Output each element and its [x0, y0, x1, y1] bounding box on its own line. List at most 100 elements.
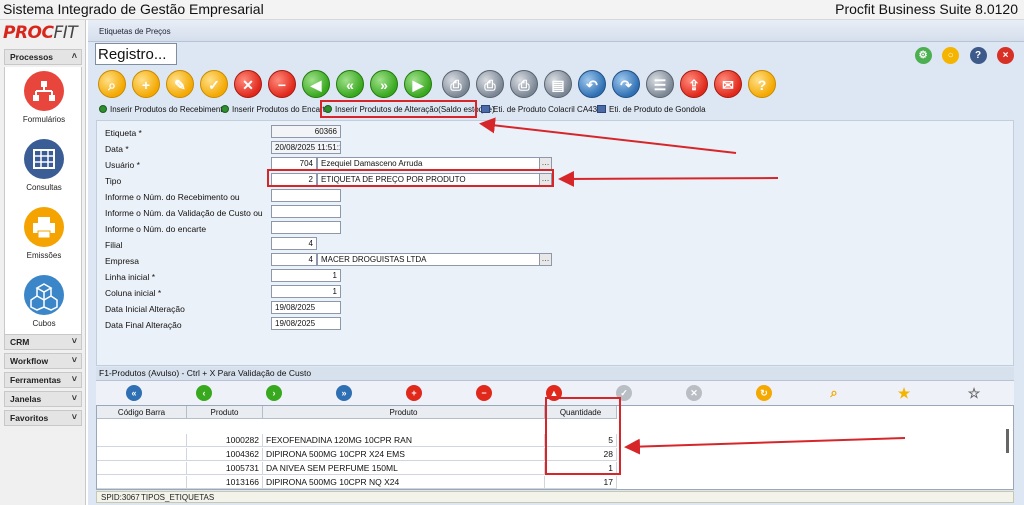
close-icon[interactable]: ×	[997, 47, 1014, 64]
col-header-produto[interactable]: Produto	[263, 406, 545, 419]
table-scrollbar[interactable]	[1006, 429, 1009, 453]
cell-barcode	[97, 448, 187, 461]
sidebar-item-formularios[interactable]: Formulários	[5, 71, 83, 124]
first-icon[interactable]: «	[336, 70, 364, 98]
window-controls: ⚙ ○ ? ×	[909, 45, 1014, 64]
cell-name: DIPIRONA 500MG 10CPR NQ X24	[263, 476, 545, 489]
cancel-row-icon[interactable]: ✕	[686, 385, 702, 401]
chevron-down-icon: ˅	[71, 412, 77, 422]
sidebar-group-workflow[interactable]: Workflow ˅	[4, 353, 82, 369]
encarte-label: Informe o Núm. do encarte	[105, 224, 207, 234]
list-icon[interactable]: ☰	[646, 70, 674, 98]
status-bar: SPID:3067 TIPOS_ETIQUETAS	[96, 491, 1014, 503]
sidebar-group-ferramentas[interactable]: Ferramentas ˅	[4, 372, 82, 388]
sidebar-item-emissoes[interactable]: Emissões	[5, 207, 83, 260]
chevron-down-icon: ˅	[71, 393, 77, 403]
add-row-icon[interactable]: +	[406, 385, 422, 401]
etiqueta-field[interactable]: 60366	[271, 125, 341, 138]
sidebar-group-processos[interactable]: Processos ˄	[4, 49, 82, 65]
settings-icon[interactable]: ⚙	[914, 47, 932, 64]
print-icon[interactable]: ⎙	[476, 70, 504, 98]
empresa-lookup-button[interactable]: …	[539, 253, 552, 266]
status-table: TIPOS_ETIQUETAS	[141, 493, 215, 502]
previous-record-icon[interactable]: ‹	[196, 385, 212, 401]
empresa-name-field[interactable]: MACER DROGUISTAS LTDA	[317, 253, 551, 266]
cell-name: DIPIRONA 500MG 10CPR X24 EMS	[263, 448, 545, 461]
linha-field[interactable]: 1	[271, 269, 341, 282]
previous-icon[interactable]: ◀	[302, 70, 330, 98]
highlight-box-quantidade	[545, 397, 621, 475]
cell-code: 1005731	[187, 462, 263, 475]
suite-title: Procfit Business Suite 8.0120	[835, 1, 1018, 17]
favorite-star-icon[interactable]: ★	[896, 385, 912, 401]
action-links: Inserir Produtos do Recebimento Inserir …	[88, 102, 1024, 118]
delete-icon[interactable]: −	[268, 70, 296, 98]
action-inserir-encarte[interactable]: Inserir Produtos do Encarte	[221, 105, 329, 114]
minimize-icon[interactable]: ○	[942, 47, 960, 64]
remove-row-icon[interactable]: −	[476, 385, 492, 401]
label-grid-icon	[481, 105, 490, 113]
report-icon[interactable]: ▤	[544, 70, 572, 98]
coluna-field[interactable]: 1	[271, 285, 341, 298]
add-icon[interactable]: +	[132, 70, 160, 98]
user-help-icon[interactable]: ?	[748, 70, 776, 98]
col-header-produto-codigo[interactable]: Produto	[187, 406, 263, 419]
export-icon[interactable]: ⇪	[680, 70, 708, 98]
sidebar-item-consultas[interactable]: Consultas	[5, 139, 83, 192]
sidebar-group-crm[interactable]: CRM ˅	[4, 334, 82, 350]
action-eti-gondola[interactable]: Eti. de Produto de Gondola	[597, 105, 706, 114]
cell-code: 1000282	[187, 434, 263, 447]
first-record-icon[interactable]: «	[126, 385, 142, 401]
processos-panel: Formulários Consultas Emissões Cubos	[4, 67, 82, 350]
highlight-box-tipo	[267, 169, 554, 187]
cell-barcode	[97, 462, 187, 475]
grid-tab-strip: F1-Produtos (Avulso) - Ctrl + X Para Val…	[96, 367, 1014, 381]
data-inicial-field[interactable]: 19/08/2025	[271, 301, 341, 314]
data-inicial-label: Data Inicial Alteração	[105, 304, 185, 314]
last-record-icon[interactable]: »	[336, 385, 352, 401]
sidebar-item-cubos[interactable]: Cubos	[5, 275, 83, 328]
email-icon[interactable]: ✉	[714, 70, 742, 98]
edit-icon[interactable]: ✎	[166, 70, 194, 98]
sidebar-group-favoritos[interactable]: Favoritos ˅	[4, 410, 82, 426]
linha-label: Linha inicial *	[105, 272, 156, 282]
last-icon[interactable]: »	[370, 70, 398, 98]
data-field[interactable]: 20/08/2025 11:51:14	[271, 141, 341, 154]
validacao-field[interactable]	[271, 205, 341, 218]
action-inserir-recebimento[interactable]: Inserir Produtos do Recebimento	[99, 105, 227, 114]
coluna-label: Coluna inicial *	[105, 288, 162, 298]
etiqueta-label: Etiqueta *	[105, 128, 142, 138]
tab-produtos-avulso[interactable]: F1-Produtos (Avulso) - Ctrl + X Para Val…	[99, 368, 311, 378]
next-icon[interactable]: ▶	[404, 70, 432, 98]
cancel-icon[interactable]: ✕	[234, 70, 262, 98]
undo-icon[interactable]: ↶	[578, 70, 606, 98]
search-icon[interactable]: ⌕	[98, 70, 126, 98]
refresh-icon[interactable]: ↻	[756, 385, 772, 401]
print-preview-icon[interactable]: ⎙	[442, 70, 470, 98]
chevron-up-icon: ˄	[71, 51, 77, 61]
sidebar-group-janelas[interactable]: Janelas ˅	[4, 391, 82, 407]
col-header-codigo-barra[interactable]: Código Barra	[97, 406, 187, 419]
chevron-down-icon: ˅	[71, 336, 77, 346]
encarte-field[interactable]	[271, 221, 341, 234]
recebimento-field[interactable]	[271, 189, 341, 202]
confirm-icon[interactable]: ✓	[200, 70, 228, 98]
print-setup-icon[interactable]: ⎙	[510, 70, 538, 98]
cell-code: 1013166	[187, 476, 263, 489]
cell-code: 1004362	[187, 448, 263, 461]
help-icon[interactable]: ?	[969, 47, 987, 64]
action-eti-colacril[interactable]: Eti. de Produto Colacril CA4349	[481, 105, 606, 114]
data-final-field[interactable]: 19/08/2025	[271, 317, 341, 330]
table-icon	[24, 139, 64, 179]
clear-filter-star-icon[interactable]: ☆	[966, 385, 982, 401]
app-title: Sistema Integrado de Gestão Empresarial	[3, 1, 264, 17]
tipo-label: Tipo	[105, 176, 122, 186]
status-spid: SPID:3067	[101, 493, 140, 502]
redo-icon[interactable]: ↷	[612, 70, 640, 98]
chevron-down-icon: ˅	[71, 355, 77, 365]
window-title: Etiquetas de Preços	[99, 27, 171, 36]
next-record-icon[interactable]: ›	[266, 385, 282, 401]
empresa-code-field[interactable]: 4	[271, 253, 317, 266]
magnifier-icon[interactable]: ⌕	[826, 385, 842, 401]
filial-field[interactable]: 4	[271, 237, 317, 250]
